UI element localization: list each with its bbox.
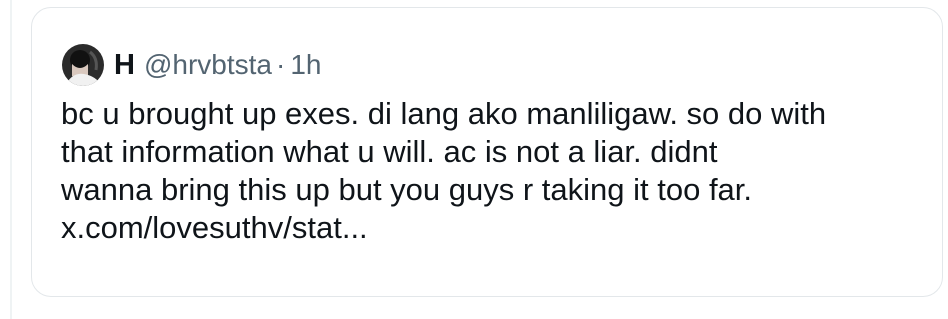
author-display-name[interactable]: H	[114, 49, 135, 82]
thread-connector-line	[10, 0, 12, 319]
quoted-tweet-card[interactable]: H @hrvbtsta · 1h bc u brought up exes. d…	[31, 7, 943, 297]
tweet-link[interactable]: x.com/lovesuthv/stat...	[61, 209, 931, 247]
tweet-text: bc u brought up exes. di lang ako manlil…	[61, 95, 931, 247]
author-handle[interactable]: @hrvbtsta	[144, 49, 272, 81]
tweet-text-line: wanna bring this up but you guys r takin…	[61, 172, 753, 207]
avatar[interactable]	[62, 44, 104, 86]
profile-photo-icon	[62, 44, 104, 86]
tweet-timestamp[interactable]: 1h	[290, 49, 321, 81]
tweet-page: H @hrvbtsta · 1h bc u brought up exes. d…	[0, 0, 948, 319]
tweet-header: H @hrvbtsta · 1h	[62, 40, 321, 90]
tweet-text-line: that information what u will. ac is not …	[61, 134, 718, 169]
separator-dot: ·	[275, 49, 286, 80]
tweet-text-line: bc u brought up exes. di lang ako manlil…	[61, 96, 827, 131]
